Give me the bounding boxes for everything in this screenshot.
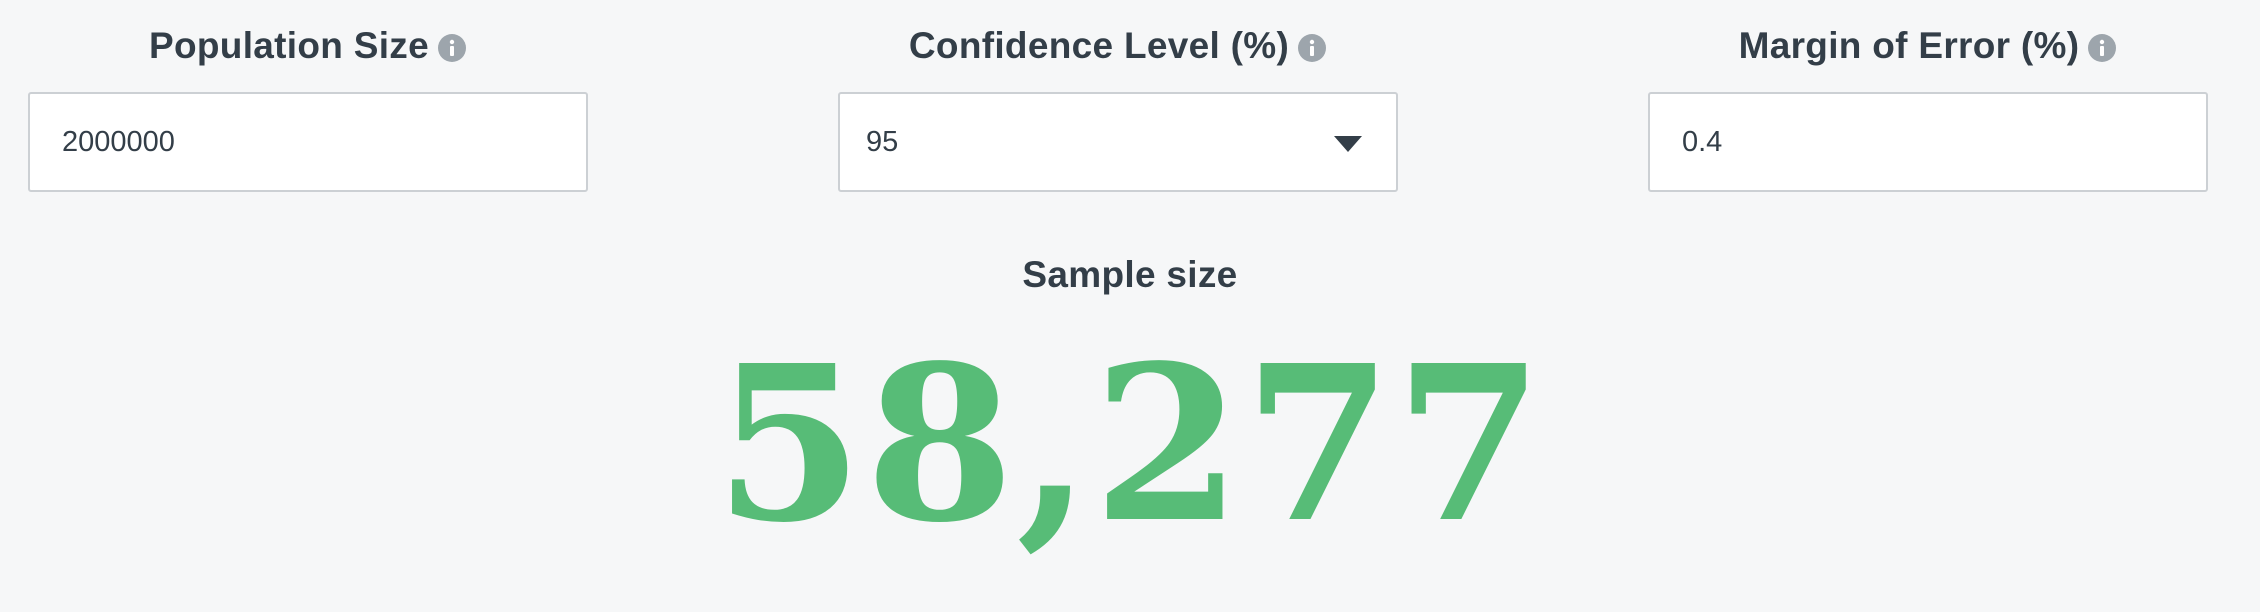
population-size-field: Population Size 2000000	[28, 0, 588, 192]
sample-size-value: 58,277	[714, 319, 1546, 570]
margin-of-error-label: Margin of Error (%)	[1738, 25, 2080, 66]
sample-size-calculator: Population Size 2000000 Confidence Level…	[0, 0, 2260, 612]
confidence-level-label-row: Confidence Level (%)	[838, 0, 1398, 92]
confidence-level-select[interactable]: 95	[838, 92, 1398, 192]
info-icon[interactable]	[1297, 33, 1327, 63]
margin-of-error-input[interactable]: 0.4	[1648, 92, 2208, 192]
population-size-label: Population Size	[149, 25, 429, 66]
margin-of-error-label-row: Margin of Error (%)	[1648, 0, 2208, 92]
confidence-level-selected-value: 95	[866, 125, 899, 158]
population-size-input[interactable]: 2000000	[28, 92, 588, 192]
confidence-level-field: Confidence Level (%) 95	[838, 0, 1398, 192]
margin-of-error-value: 0.4	[1682, 125, 1723, 158]
confidence-level-label: Confidence Level (%)	[908, 25, 1290, 66]
sample-size-label: Sample size	[1022, 254, 1238, 295]
margin-of-error-field: Margin of Error (%) 0.4	[1648, 0, 2208, 192]
caret-down-icon	[1334, 136, 1362, 152]
info-icon[interactable]	[437, 33, 467, 63]
population-size-label-row: Population Size	[28, 0, 588, 92]
population-size-value: 2000000	[62, 125, 175, 158]
info-icon[interactable]	[2087, 33, 2117, 63]
